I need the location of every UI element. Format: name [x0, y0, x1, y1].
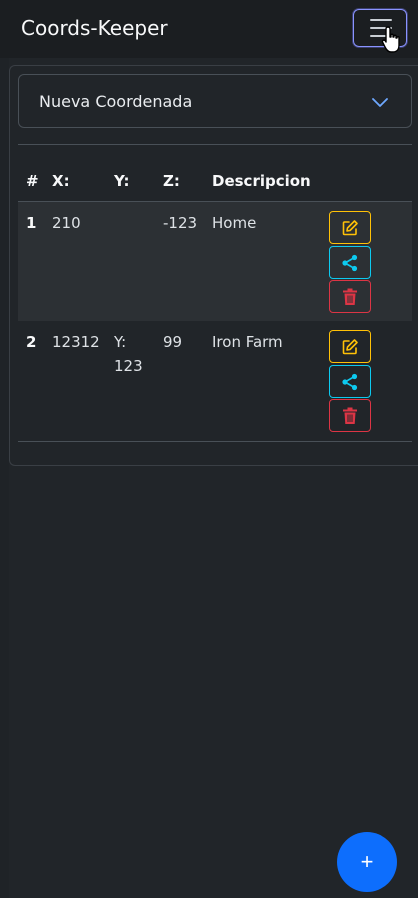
row-number: 1	[26, 214, 37, 232]
hamburger-menu-icon	[370, 19, 392, 21]
navbar: Coords-Keeper	[0, 0, 418, 58]
table-row: 2 12312 Y: 123 99 Iron Farm	[18, 321, 412, 442]
header-number: #	[26, 172, 39, 190]
trash-icon	[343, 288, 357, 305]
app-title[interactable]: Coords-Keeper	[21, 16, 168, 40]
edit-button[interactable]	[329, 330, 371, 363]
row-number: 2	[26, 333, 37, 351]
edit-button[interactable]	[329, 211, 371, 244]
header-z: Z:	[163, 172, 180, 190]
edit-icon	[342, 338, 358, 354]
header-description: Descripcion	[212, 172, 311, 190]
coordinate-select[interactable]: Nueva Coordenada	[18, 74, 412, 128]
chevron-down-icon	[372, 98, 388, 107]
pointer-cursor-icon	[381, 26, 400, 53]
share-icon	[342, 254, 358, 271]
add-coordinate-button[interactable]: +	[337, 832, 397, 892]
cell-y: Y: 123	[114, 333, 143, 375]
share-icon	[342, 373, 358, 390]
side-panel-edge	[0, 58, 9, 898]
cell-z: -123	[163, 214, 198, 232]
cell-description: Iron Farm	[212, 333, 283, 351]
header-y: Y:	[114, 172, 130, 190]
edit-icon	[342, 219, 358, 235]
header-x: X:	[52, 172, 70, 190]
select-value: Nueva Coordenada	[39, 92, 193, 111]
cell-z: 99	[163, 333, 183, 351]
delete-button[interactable]	[329, 280, 371, 313]
divider	[18, 144, 412, 145]
delete-button[interactable]	[329, 399, 371, 432]
cell-x: 12312	[52, 333, 100, 351]
share-button[interactable]	[329, 365, 371, 398]
cell-x: 210	[52, 214, 81, 232]
cell-description: Home	[212, 214, 257, 232]
share-button[interactable]	[329, 246, 371, 279]
table-row: 1 210 -123 Home	[18, 201, 412, 322]
trash-icon	[343, 407, 357, 424]
